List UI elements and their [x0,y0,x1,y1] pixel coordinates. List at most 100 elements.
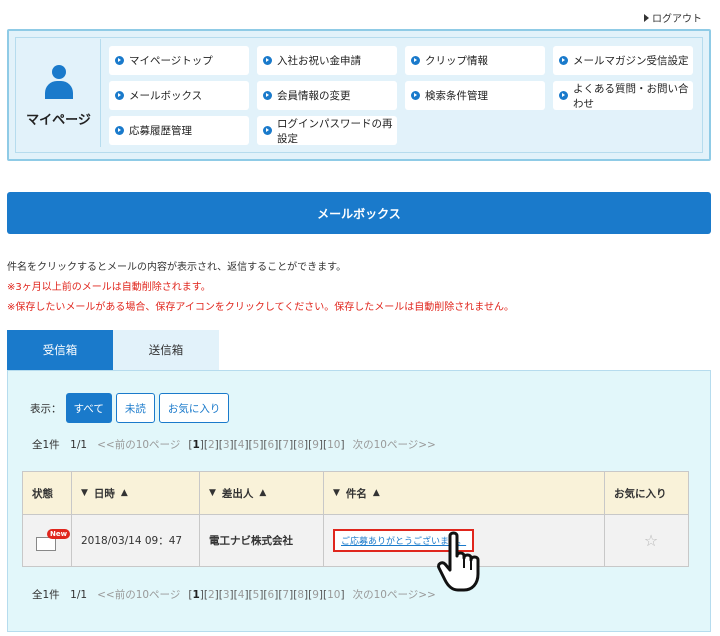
arrow-circle-icon [411,91,420,100]
new-mail-icon: New [36,528,71,553]
arrow-circle-icon [115,126,124,135]
prev-10-link[interactable]: <<前の10ページ [97,587,180,602]
menu-label: 応募履歴管理 [129,125,192,137]
menu-label: マイページトップ [129,55,213,67]
page-link[interactable]: 9 [312,589,319,601]
menu-mailbox[interactable]: メールボックス [109,81,249,110]
prev-10-link[interactable]: <<前の10ページ [97,437,180,452]
mailbox-panel: 表示： すべて 未読 お気に入り 全1件 1/1 <<前の10ページ [1][2… [7,370,711,632]
envelope-icon [36,536,56,551]
page-bracket: ][ [229,588,238,601]
page-link[interactable]: 3 [223,589,230,601]
favorite-cell: ☆ [604,514,689,567]
menu-label: ログインパスワードの再設定 [277,117,393,145]
page-link[interactable]: 10 [327,439,340,451]
page-bracket: ][ [244,588,253,601]
menu-welcome-bonus[interactable]: 入社お祝い金申請 [257,46,397,75]
status-cell: New [22,514,72,567]
arrow-circle-icon [559,91,568,100]
filter-row: 表示： すべて 未読 お気に入り [30,393,230,423]
menu-faq-contact[interactable]: よくある質問・お問い合わせ [553,81,693,110]
sort-asc-icon[interactable]: ▲ [259,488,266,498]
header-date-label: 日時 [93,487,115,500]
next-10-link[interactable]: 次の10ページ>> [353,437,436,452]
sort-desc-icon[interactable]: ▼ [81,488,88,498]
result-count: 全1件 1/1 [32,589,88,601]
new-badge: New [47,528,71,539]
note-save: ※保存したいメールがある場合、保存アイコンをクリックしてください。保存したメール… [7,302,514,313]
menu-clip-info[interactable]: クリップ情報 [405,46,545,75]
menu-label: 会員情報の変更 [277,90,351,102]
pager-bottom: 全1件 1/1 <<前の10ページ [1][2][3][4][5][6][7][… [32,587,436,602]
person-icon [44,65,74,103]
mailbox-tabs: 受信箱 送信箱 [7,330,219,370]
next-10-link[interactable]: 次の10ページ>> [353,587,436,602]
filter-all-button[interactable]: すべて [65,393,112,423]
page-bracket: ][ [304,438,313,451]
page-bracket: ][ [244,438,253,451]
menu-mailmagazine[interactable]: メールマガジン受信設定 [553,46,693,75]
note-auto-delete: ※3ヶ月以上前のメールは自動削除されます。 [7,282,211,293]
note-intro: 件名をクリックするとメールの内容が表示され、返信することができます。 [7,262,347,273]
page-link[interactable]: 10 [327,589,340,601]
page-link[interactable]: 1 [192,439,199,451]
page-link[interactable]: 2 [208,589,215,601]
page-bracket: ] [340,588,345,601]
header-sender-label: 差出人 [221,487,254,500]
menu-application-history[interactable]: 応募履歴管理 [109,116,249,145]
arrow-circle-icon [263,126,272,135]
page-link[interactable]: 2 [208,439,215,451]
page-bracket: ][ [318,588,328,601]
sort-asc-icon[interactable]: ▲ [373,488,380,498]
menu-label: メールマガジン受信設定 [573,55,689,67]
star-icon[interactable]: ☆ [614,531,688,550]
sort-desc-icon[interactable]: ▼ [333,488,340,498]
filter-label: 表示： [30,402,62,415]
header-sender[interactable]: ▼ 差出人 ▲ [199,471,324,515]
sort-asc-icon[interactable]: ▲ [121,488,128,498]
filter-favorites-button[interactable]: お気に入り [158,393,230,423]
page-link[interactable]: 1 [192,589,199,601]
page-bracket: ][ [318,438,328,451]
mypage-panel: マイページ マイページトップ 入社お祝い金申請 クリップ情報 メールマガジン受信… [7,29,711,161]
pointing-hand-icon [437,531,480,592]
page-bracket: ][ [214,438,223,451]
page-link[interactable]: 8 [297,589,304,601]
filter-unread-button[interactable]: 未読 [115,393,155,423]
header-status: 状態 [22,471,72,515]
header-subject[interactable]: ▼ 件名 ▲ [323,471,605,515]
sender-cell: 電工ナビ株式会社 [199,514,324,567]
header-favorite: お気に入り [604,471,689,515]
logout-link[interactable]: ログアウト [644,10,702,25]
page-link[interactable]: 8 [297,439,304,451]
table-row: New 2018/03/14 09：47 電工ナビ株式会社 ご応募ありがとうござ… [22,514,689,567]
arrow-circle-icon [411,56,420,65]
sort-desc-icon[interactable]: ▼ [209,488,216,498]
page-bracket: ] [340,438,345,451]
notes: 件名をクリックするとメールの内容が表示され、返信することができます。 ※3ヶ月以… [7,258,514,318]
menu-search-conditions[interactable]: 検索条件管理 [405,81,545,110]
header-subject-label: 件名 [345,487,367,500]
pager-top: 全1件 1/1 <<前の10ページ [1][2][3][4][5][6][7][… [32,437,436,452]
page-bracket: ][ [304,588,313,601]
page-link[interactable]: 3 [223,439,230,451]
tab-sent[interactable]: 送信箱 [113,330,219,370]
menu-password-reset[interactable]: ログインパスワードの再設定 [257,116,397,145]
menu-label: クリップ情報 [425,55,488,67]
arrow-circle-icon [263,91,272,100]
menu-label: 入社お祝い金申請 [277,55,361,67]
triangle-right-icon [644,13,649,22]
page-bracket: ][ [259,588,268,601]
page-bracket: ][ [229,438,238,451]
page-link[interactable]: 9 [312,439,319,451]
page-bracket: ][ [259,438,268,451]
menu-member-info[interactable]: 会員情報の変更 [257,81,397,110]
mail-table: 状態 ▼ 日時 ▲ ▼ 差出人 ▲ ▼ 件名 ▲ お気に入り New 2018/… [22,471,689,567]
tab-inbox[interactable]: 受信箱 [7,330,113,370]
page-numbers: [1][2][3][4][5][6][7][8][9][10] [188,589,344,601]
header-date[interactable]: ▼ 日時 ▲ [71,471,200,515]
page-numbers: [1][2][3][4][5][6][7][8][9][10] [188,439,344,451]
menu-mypage-top[interactable]: マイページトップ [109,46,249,75]
mypage-label: マイページ [26,113,91,128]
menu-label: 検索条件管理 [425,90,488,102]
